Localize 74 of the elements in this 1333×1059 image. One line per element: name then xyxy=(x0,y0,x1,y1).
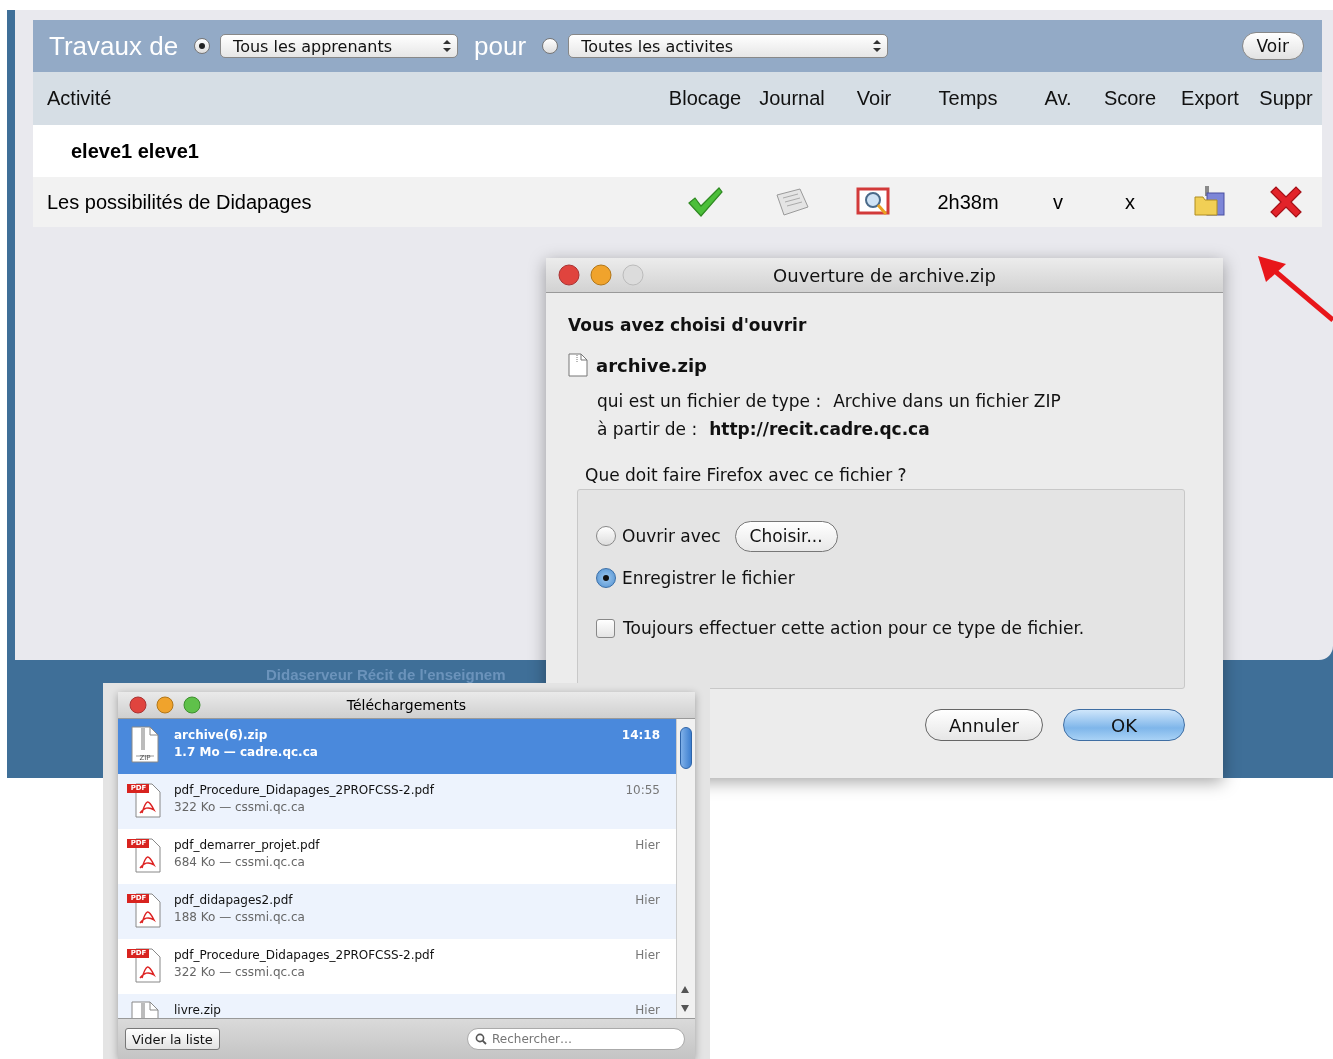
updown-icon xyxy=(443,40,452,52)
activity-name: Les possibilités de Didapages xyxy=(47,190,312,214)
column-header: Export xyxy=(1180,87,1240,110)
download-time: Hier xyxy=(635,1002,660,1017)
window-title: Téléchargements xyxy=(346,697,467,713)
option-label: Enregistrer le fichier xyxy=(622,568,795,588)
magnifier-book-icon[interactable] xyxy=(856,186,892,218)
page-title: Travaux de xyxy=(49,30,179,62)
type-label: qui est un fichier de type : xyxy=(597,391,822,411)
action-question: Que doit faire Firefox avec ce fichier ? xyxy=(585,465,908,485)
download-item[interactable]: livre.zip Hier xyxy=(118,994,676,1018)
document-icon xyxy=(568,353,588,377)
file-name: pdf_Procedure_Didapages_2PROFCSS-2.pdf xyxy=(174,783,436,797)
column-header: Av. xyxy=(1043,87,1073,110)
file-details: 322 Ko — cssmi.qc.ca xyxy=(174,965,306,979)
radio-button[interactable] xyxy=(596,526,616,546)
cross-icon[interactable] xyxy=(1268,185,1304,219)
pdf-file-icon xyxy=(126,945,164,983)
progress-value: v xyxy=(1053,190,1063,214)
download-time: Hier xyxy=(635,947,660,962)
newspaper-icon[interactable] xyxy=(774,187,810,217)
window-controls-icon[interactable] xyxy=(127,694,203,716)
dialog-heading: Vous avez choisi d'ouvrir xyxy=(568,315,808,335)
student-name: eleve1 eleve1 xyxy=(71,139,199,163)
file-name: archive(6).zip xyxy=(174,728,269,742)
checkbox[interactable] xyxy=(596,618,615,638)
column-header: Blocage xyxy=(667,87,743,110)
file-details: 1.7 Mo — cadre.qc.ca xyxy=(174,745,319,759)
time-value: 2h38m xyxy=(937,190,999,214)
file-name: pdf_demarrer_projet.pdf xyxy=(174,838,321,852)
ok-button[interactable]: OK xyxy=(1063,709,1185,741)
file-details: 684 Ko — cssmi.qc.ca xyxy=(174,855,306,869)
file-name: pdf_Procedure_Didapages_2PROFCSS-2.pdf xyxy=(174,948,436,962)
download-time: 10:55 xyxy=(625,782,660,797)
pdf-file-icon xyxy=(126,780,164,818)
window-controls-icon[interactable] xyxy=(558,264,644,286)
search-field[interactable]: Rechercher… xyxy=(467,1028,685,1050)
file-name: livre.zip xyxy=(174,1003,222,1017)
search-icon xyxy=(475,1033,487,1045)
folder-icon[interactable] xyxy=(1193,185,1227,219)
activity-select[interactable]: Toutes les activites xyxy=(568,34,889,58)
column-header: Suppr xyxy=(1258,87,1314,110)
connector-label: pour xyxy=(474,30,527,62)
learner-select[interactable]: Tous les apprenants xyxy=(220,34,459,58)
pdf-file-icon xyxy=(126,890,164,928)
dialog-title: Ouverture de archive.zip xyxy=(773,264,996,286)
radio-button[interactable] xyxy=(542,38,559,54)
file-name: archive.zip xyxy=(596,354,707,376)
file-name: pdf_didapages2.pdf xyxy=(174,893,294,907)
checkbox-label: Toujours effectuer cette action pour ce type de fichier. xyxy=(623,618,1085,638)
clear-list-button[interactable]: Vider la liste xyxy=(125,1028,220,1050)
radio-button[interactable] xyxy=(194,38,211,54)
column-header: Temps xyxy=(937,87,999,110)
option-label: Ouvrir avec xyxy=(622,526,721,546)
file-details: 188 Ko — cssmi.qc.ca xyxy=(174,910,306,924)
pdf-file-icon xyxy=(126,835,164,873)
column-header: Score xyxy=(1102,87,1158,110)
updown-icon xyxy=(873,40,882,52)
file-details: 322 Ko — cssmi.qc.ca xyxy=(174,800,306,814)
source-label: à partir de : xyxy=(597,419,698,439)
column-header: Activité xyxy=(47,87,113,110)
column-header: Journal xyxy=(758,87,826,110)
source-url: http://recit.cadre.qc.ca xyxy=(709,419,930,439)
score-value: x xyxy=(1125,190,1135,214)
radio-button[interactable] xyxy=(596,568,616,588)
download-time: Hier xyxy=(635,837,660,852)
type-value: Archive dans un fichier ZIP xyxy=(833,391,1061,411)
choose-button[interactable]: Choisir... xyxy=(734,520,838,552)
download-time: Hier xyxy=(635,892,660,907)
cancel-button[interactable]: Annuler xyxy=(925,709,1043,741)
column-header: Voir xyxy=(855,87,893,110)
download-time: 14:18 xyxy=(621,727,660,742)
scroll-bar[interactable] xyxy=(676,719,695,1018)
view-button[interactable]: Voir xyxy=(1241,32,1304,60)
